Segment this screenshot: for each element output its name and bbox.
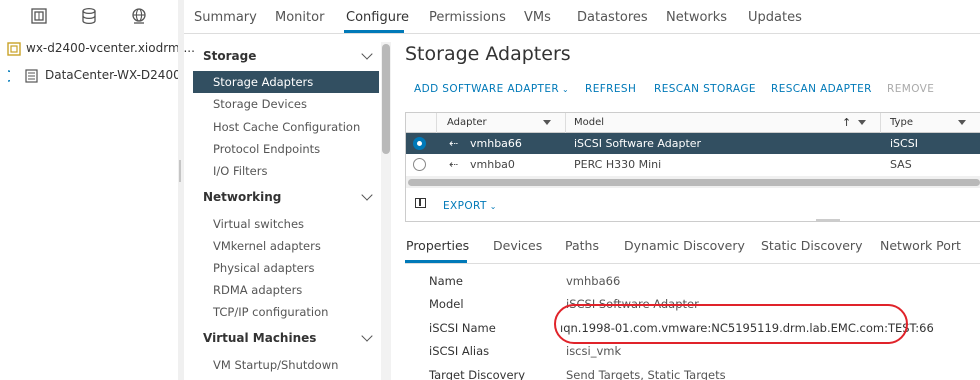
grid-header: Adapter Model ↑ Type [406,113,980,133]
object-tabs: Summary Monitor Configure Permissions VM… [184,0,980,34]
main-content: Storage Adapters ADD SOFTWARE ADAPTER ⌄ … [396,34,980,380]
nav-item-tcpip-config[interactable]: TCP/IP configuration [213,305,328,319]
prop-value-target-discovery: Send Targets, Static Targets [566,368,726,380]
tree-item-label: DataCenter-WX-D2400 [45,68,181,82]
detail-tabs: Properties Devices Paths Dynamic Discove… [405,234,980,264]
page-title: Storage Adapters [405,43,571,65]
export-button[interactable]: EXPORT ⌄ [443,200,497,212]
network-icon[interactable] [130,7,148,25]
column-divider [436,113,437,133]
refresh-button[interactable]: REFRESH [585,83,636,95]
tab-summary[interactable]: Summary [194,10,257,25]
nav-group-virtual-machines[interactable]: Virtual Machines [203,331,316,345]
prop-key-target-discovery: Target Discovery [429,368,526,380]
nav-item-vm-startup[interactable]: VM Startup/Shutdown [213,358,338,372]
cell-adapter: vmhba0 [470,158,515,171]
cell-type: SAS [890,158,912,171]
chevron-down-icon[interactable] [361,189,373,201]
prop-key-model: Model [429,297,464,311]
active-subtab-indicator [405,260,467,263]
nav-item-storage-devices[interactable]: Storage Devices [213,97,307,111]
filter-icon[interactable] [858,120,866,125]
tab-configure[interactable]: Configure [346,10,409,25]
storage-icon[interactable] [80,7,98,25]
action-label: ADD SOFTWARE ADAPTER [414,83,560,95]
rescan-adapter-button[interactable]: RESCAN ADAPTER [771,83,872,95]
adapter-icon: ⇠ [449,137,459,150]
row-radio[interactable] [413,137,426,150]
tab-properties[interactable]: Properties [406,238,469,253]
nav-item-vmkernel-adapters[interactable]: VMkernel adapters [213,239,321,253]
rescan-storage-button[interactable]: RESCAN STORAGE [654,83,756,95]
inventory-panel: wx-d2400-vcenter.xiodrm.... DataCenter-W… [0,0,195,380]
tab-networks[interactable]: Networks [666,10,727,25]
vcenter-icon [7,42,21,56]
column-header-type[interactable]: Type [890,117,913,128]
tab-paths[interactable]: Paths [565,238,599,253]
grid-footer: EXPORT ⌄ [406,191,980,221]
column-header-model[interactable]: Model [574,117,604,128]
tab-devices[interactable]: Devices [493,238,542,253]
column-divider [565,113,566,133]
prop-value-name: vmhba66 [566,274,621,288]
export-label: EXPORT [443,200,487,212]
cell-adapter: vmhba66 [470,137,522,150]
nav-item-storage-adapters[interactable]: Storage Adapters [213,75,313,89]
tab-dynamic-discovery[interactable]: Dynamic Discovery [624,238,745,253]
vsphere-client: wx-d2400-vcenter.xiodrm.... DataCenter-W… [0,0,980,380]
row-radio[interactable] [413,158,426,171]
datacenter-icon [25,69,38,83]
panel-splitter[interactable] [178,0,184,380]
annotation-highlight-oval [554,304,908,344]
tab-monitor[interactable]: Monitor [275,10,324,25]
prop-key-name: Name [429,274,463,288]
nav-item-virtual-switches[interactable]: Virtual switches [213,217,304,231]
filter-icon[interactable] [543,120,551,125]
nav-scrollbar-thumb[interactable] [382,44,390,154]
chevron-down-icon[interactable] [361,330,373,342]
prop-key-iscsi-name: iSCSI Name [429,321,496,335]
remove-button: REMOVE [887,83,935,95]
nav-item-physical-adapters[interactable]: Physical adapters [213,261,314,275]
table-row[interactable]: ⇠ vmhba0 PERC H330 Mini SAS [406,154,980,175]
tab-updates[interactable]: Updates [748,10,802,25]
configure-nav: Storage Storage Adapters Storage Devices… [193,38,381,380]
nav-group-networking[interactable]: Networking [203,190,281,204]
chevron-down-icon: ⌄ [486,202,497,211]
chevron-down-icon[interactable] [361,48,373,60]
prop-key-iscsi-alias: iSCSI Alias [429,344,490,358]
nav-group-storage[interactable]: Storage [203,49,256,63]
expander-icon[interactable] [2,70,10,82]
nav-item-protocol-endpoints[interactable]: Protocol Endpoints [213,142,320,156]
hosts-clusters-icon[interactable] [30,7,48,25]
nav-item-rdma-adapters[interactable]: RDMA adapters [213,283,302,297]
tab-permissions[interactable]: Permissions [429,10,506,25]
column-divider [880,113,881,133]
table-row[interactable]: ⇠ vmhba66 iSCSI Software Adapter iSCSI [406,133,980,154]
tab-network-port[interactable]: Network Port [880,238,961,253]
filter-icon[interactable] [958,120,966,125]
adapters-grid: Adapter Model ↑ Type ⇠ vmhba66 iSCSI Sof… [405,112,980,222]
pane-resize-handle[interactable] [816,219,840,221]
nav-item-host-cache[interactable]: Host Cache Configuration [213,120,360,134]
chevron-down-icon: ⌄ [559,85,570,94]
tab-static-discovery[interactable]: Static Discovery [761,238,862,253]
splitter-grip[interactable] [179,160,181,182]
tab-datastores[interactable]: Datastores [577,10,648,25]
grid-scrollbar-thumb[interactable] [408,179,980,186]
prop-value-iscsi-alias: iscsi_vmk [566,344,622,358]
cell-type: iSCSI [890,137,918,150]
cell-model: PERC H330 Mini [574,158,662,171]
cell-model: iSCSI Software Adapter [574,137,702,150]
tree-item-label: wx-d2400-vcenter.xiodrm.... [26,41,195,55]
column-toggle-icon[interactable] [415,198,426,208]
nav-item-io-filters[interactable]: I/O Filters [213,164,267,178]
add-software-adapter-button[interactable]: ADD SOFTWARE ADAPTER ⌄ [414,83,569,95]
tab-vms[interactable]: VMs [524,10,551,25]
sort-ascending-icon[interactable]: ↑ [842,116,851,129]
active-tab-indicator [344,30,404,33]
adapter-icon: ⇠ [449,158,459,171]
column-header-adapter[interactable]: Adapter [447,117,487,128]
